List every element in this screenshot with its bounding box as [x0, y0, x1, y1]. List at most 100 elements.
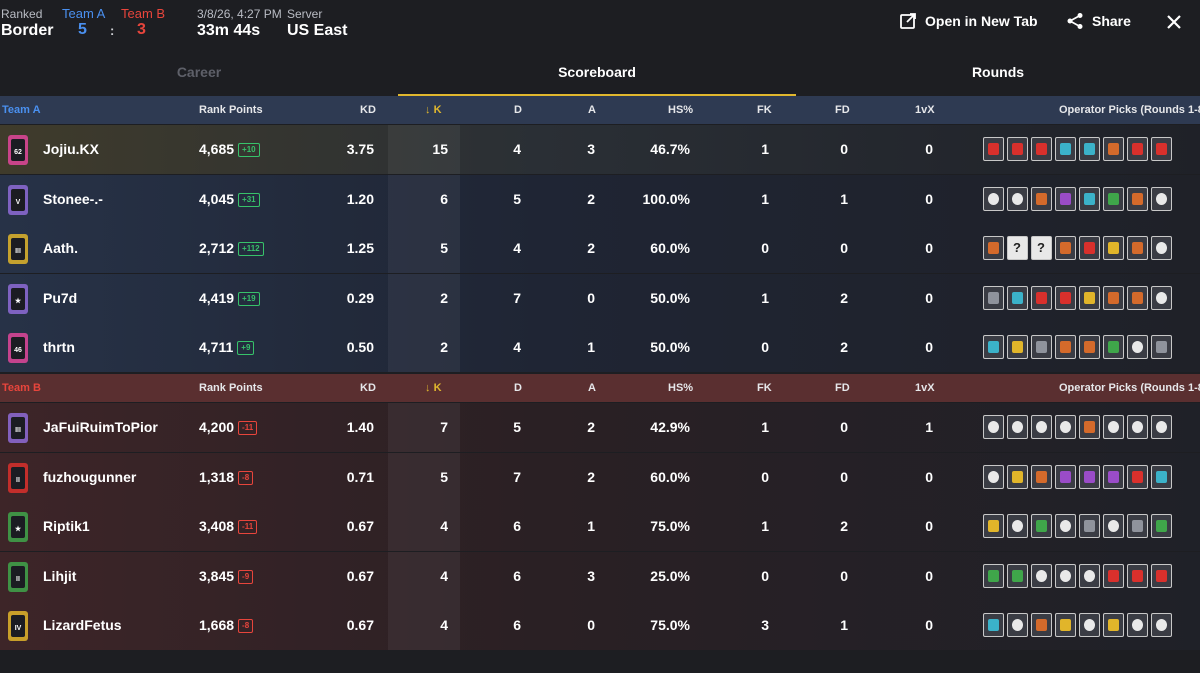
- col-fd[interactable]: FD: [835, 382, 850, 394]
- player-name[interactable]: Jojiu.KX: [43, 141, 99, 157]
- operator-icon[interactable]: [1151, 514, 1172, 539]
- operator-icon[interactable]: [1103, 186, 1124, 211]
- operator-icon[interactable]: [983, 186, 1004, 211]
- operator-icon[interactable]: [1079, 613, 1100, 638]
- col-hs[interactable]: HS%: [668, 382, 693, 394]
- player-name[interactable]: LizardFetus: [43, 617, 122, 633]
- operator-icon[interactable]: [1031, 137, 1052, 161]
- operator-icon[interactable]: [1151, 563, 1172, 588]
- operator-icon[interactable]: [983, 137, 1004, 161]
- operator-icon[interactable]: [1079, 186, 1100, 211]
- player-name[interactable]: Riptik1: [43, 518, 90, 534]
- operator-icon[interactable]: [1127, 464, 1148, 489]
- operator-icon[interactable]: [1079, 514, 1100, 539]
- operator-icon[interactable]: [1007, 514, 1028, 539]
- player-name[interactable]: Lihjit: [43, 568, 76, 584]
- operator-icon[interactable]: [1055, 335, 1076, 360]
- operator-icon[interactable]: [1079, 137, 1100, 161]
- operator-icon[interactable]: [1055, 613, 1076, 638]
- col-d[interactable]: D: [514, 382, 522, 394]
- player-row[interactable]: III Aath. 2,712 +112 1.25 5 4 2 60.0% 0 0 0: [0, 224, 1200, 274]
- operator-icon[interactable]: [1127, 186, 1148, 211]
- player-row[interactable]: 46 thrtn 4,711 +9 0.50 2 4 1 50.0% 0 2 0: [0, 323, 1200, 373]
- operator-icon[interactable]: [1151, 236, 1172, 261]
- operator-icon[interactable]: [1031, 613, 1052, 638]
- operator-icon[interactable]: [1007, 464, 1028, 489]
- operator-icon[interactable]: [1103, 415, 1124, 439]
- player-row[interactable]: 62 Jojiu.KX 4,685 +10 3.75 15 4 3 46.7% 1 0 0: [0, 125, 1200, 174]
- operator-icon[interactable]: [983, 613, 1004, 638]
- operator-icon[interactable]: [1151, 464, 1172, 489]
- col-fk[interactable]: FK: [757, 382, 772, 394]
- operator-icon[interactable]: [1055, 563, 1076, 588]
- operator-icon[interactable]: [1103, 137, 1124, 161]
- operator-icon[interactable]: [1079, 285, 1100, 310]
- operator-icon[interactable]: [1055, 514, 1076, 539]
- operator-icon[interactable]: [1127, 137, 1148, 161]
- operator-icon[interactable]: [1055, 236, 1076, 261]
- operator-icon[interactable]: [983, 464, 1004, 489]
- player-row[interactable]: V Stonee-.- 4,045 +31 1.20 6 5 2 100.0% 1 1 0: [0, 174, 1200, 224]
- tab-scoreboard[interactable]: Scoreboard: [398, 48, 796, 96]
- operator-icon[interactable]: [1103, 464, 1124, 489]
- col-hs[interactable]: HS%: [668, 104, 693, 116]
- player-name[interactable]: Aath.: [43, 240, 78, 256]
- open-new-tab-button[interactable]: Open in New Tab: [899, 12, 1038, 30]
- operator-icon[interactable]: [1127, 613, 1148, 638]
- operator-icon[interactable]: [1127, 415, 1148, 439]
- col-a[interactable]: A: [588, 104, 596, 116]
- operator-icon[interactable]: [983, 236, 1004, 261]
- operator-icon[interactable]: [1127, 563, 1148, 588]
- player-row[interactable]: II fuzhougunner 1,318 -8 0.71 5 7 2 60.0% 0 0 0: [0, 452, 1200, 502]
- operator-icon[interactable]: [1007, 613, 1028, 638]
- operator-icon[interactable]: [1151, 415, 1172, 439]
- operator-icon[interactable]: [1031, 514, 1052, 539]
- share-button[interactable]: Share: [1066, 12, 1131, 30]
- player-row[interactable]: III JaFuiRuimToPior 4,200 -11 1.40 7 5 2 42.9% 1 0…: [0, 403, 1200, 452]
- operator-icon[interactable]: [1103, 514, 1124, 539]
- operator-icon[interactable]: [1007, 415, 1028, 439]
- operator-icon[interactable]: [1055, 464, 1076, 489]
- operator-icon[interactable]: [1079, 563, 1100, 588]
- operator-icon[interactable]: [1151, 285, 1172, 310]
- operator-icon[interactable]: [1079, 236, 1100, 261]
- player-name[interactable]: Stonee-.-: [43, 191, 103, 207]
- operator-icon[interactable]: [1127, 335, 1148, 360]
- operator-icon[interactable]: [1079, 335, 1100, 360]
- operator-icon[interactable]: [1031, 563, 1052, 588]
- operator-icon[interactable]: [1055, 137, 1076, 161]
- col-fk[interactable]: FK: [757, 104, 772, 116]
- operator-icon[interactable]: [1055, 186, 1076, 211]
- operator-icon[interactable]: [1007, 563, 1028, 588]
- close-icon[interactable]: [1164, 12, 1184, 32]
- operator-icon[interactable]: [1031, 464, 1052, 489]
- operator-icon[interactable]: [1007, 186, 1028, 211]
- col-1vx[interactable]: 1vX: [915, 104, 935, 116]
- operator-icon[interactable]: [1103, 613, 1124, 638]
- operator-icon[interactable]: [983, 563, 1004, 588]
- tab-career[interactable]: Career: [0, 48, 398, 96]
- operator-icon[interactable]: [1055, 415, 1076, 439]
- operator-icon[interactable]: [1079, 415, 1100, 439]
- player-name[interactable]: thrtn: [43, 339, 75, 355]
- player-row[interactable]: ★ Riptik1 3,408 -11 0.67 4 6 1 75.0% 1 2 0: [0, 502, 1200, 552]
- col-k[interactable]: ↓ K: [425, 104, 442, 116]
- player-row[interactable]: II Lihjit 3,845 -9 0.67 4 6 3 25.0% 0 0 0: [0, 551, 1200, 601]
- operator-icon[interactable]: [1103, 563, 1124, 588]
- operator-icon[interactable]: [1127, 285, 1148, 310]
- operator-icon[interactable]: [983, 514, 1004, 539]
- operator-icon[interactable]: [1151, 186, 1172, 211]
- col-rank-points[interactable]: Rank Points: [199, 104, 263, 116]
- operator-icon[interactable]: [1103, 236, 1124, 261]
- player-row[interactable]: ★ Pu7d 4,419 +19 0.29 2 7 0 50.0% 1 2 0: [0, 273, 1200, 323]
- operator-icon[interactable]: [983, 415, 1004, 439]
- operator-icon[interactable]: [1007, 335, 1028, 360]
- operator-icon[interactable]: [1151, 613, 1172, 638]
- operator-icon[interactable]: [1007, 285, 1028, 310]
- operator-icon[interactable]: [1031, 285, 1052, 310]
- col-k[interactable]: ↓ K: [425, 382, 442, 394]
- operator-icon[interactable]: [1151, 335, 1172, 360]
- player-name[interactable]: JaFuiRuimToPior: [43, 419, 158, 435]
- operator-icon[interactable]: [1007, 137, 1028, 161]
- col-1vx[interactable]: 1vX: [915, 382, 935, 394]
